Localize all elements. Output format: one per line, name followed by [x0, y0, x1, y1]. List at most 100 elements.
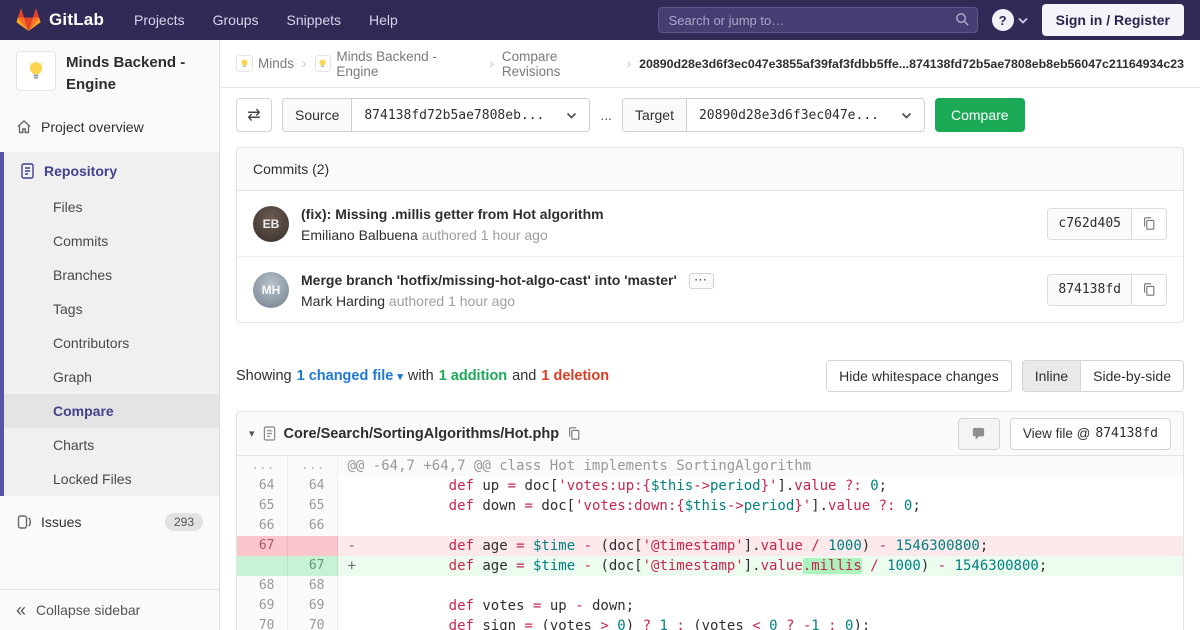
breadcrumb-item-minds[interactable]: Minds [236, 55, 294, 72]
commit-row: MH Merge branch 'hotfix/missing-hot-algo… [237, 256, 1183, 322]
new-line-number[interactable] [287, 536, 338, 556]
code-line: def down = doc['votes:down:{$this->perio… [337, 496, 1183, 516]
new-line-number[interactable]: 65 [287, 496, 338, 516]
compare-form: ⇄ Source 874138fd72b5ae7808eb... ... Tar… [236, 98, 1184, 132]
breadcrumb-current-hashes: 20890d28e3d6f3ec047e3855af39faf3fdbb5ffe… [639, 56, 1184, 71]
sidebar-item-repository[interactable]: Repository [4, 152, 219, 190]
summary-deletions: 1 deletion [541, 368, 610, 384]
old-line-number[interactable]: 64 [237, 476, 288, 496]
commit-sha-group: 874138fd [1047, 273, 1167, 306]
user-avatar[interactable]: EB [253, 205, 289, 242]
sidebar-item-graph[interactable]: Graph [4, 360, 219, 394]
sidebar-item-charts[interactable]: Charts [4, 428, 219, 462]
commit-authored-time: authored 1 hour ago [388, 293, 516, 309]
collapse-sidebar-label: Collapse sidebar [36, 602, 141, 618]
nav-item-help[interactable]: Help [369, 12, 398, 28]
gitlab-home-link[interactable]: GitLab [16, 8, 104, 32]
code-line: - def age = $time - (doc['@timestamp'].v… [337, 536, 1183, 556]
top-navbar: GitLab Projects Groups Snippets Help ? S… [0, 0, 1200, 40]
sidebar-item-label: Issues [41, 513, 82, 530]
commit-title-link[interactable]: (fix): Missing .millis getter from Hot a… [301, 206, 604, 222]
project-avatar [16, 51, 56, 91]
diff-table: ...... @@ -64,7 +64,7 @@ class Hot implem… [237, 456, 1183, 630]
copy-file-path-button[interactable] [567, 426, 581, 441]
issues-count-badge: 293 [164, 512, 203, 531]
project-home-link[interactable]: Minds Backend - Engine [0, 40, 219, 108]
collapse-file-caret-icon[interactable]: ▾ [249, 427, 255, 440]
collapse-sidebar-button[interactable]: « Collapse sidebar [0, 590, 219, 630]
hunk-header-line: @@ -64,7 +64,7 @@ class Hot implements S… [337, 456, 1183, 476]
sidebar-item-label: Project overview [41, 118, 144, 135]
summary-with: with [407, 368, 434, 384]
toggle-comments-button[interactable] [957, 417, 1000, 450]
code-line [337, 576, 1183, 596]
view-file-button[interactable]: View file @ 874138fd [1009, 417, 1171, 450]
sidebar-item-tags[interactable]: Tags [4, 292, 219, 326]
sidebar-item-issues[interactable]: Issues 293 [0, 502, 219, 542]
code-line: def up = doc['votes:up:{$this->period}']… [337, 476, 1183, 496]
nav-menu: Projects Groups Snippets Help [134, 12, 398, 28]
code-line [337, 516, 1183, 536]
file-path-link[interactable]: Core/Search/SortingAlgorithms/Hot.php [284, 426, 560, 442]
new-line-number[interactable]: 70 [287, 616, 338, 630]
summary-and: and [512, 368, 537, 384]
copy-sha-button[interactable] [1132, 208, 1166, 239]
sign-in-register-button[interactable]: Sign in / Register [1041, 4, 1184, 36]
old-line-number[interactable]: 67 [237, 536, 288, 556]
commit-title-link[interactable]: Merge branch 'hotfix/missing-hot-algo-ca… [301, 272, 677, 288]
double-chevron-left-icon: « [16, 600, 27, 620]
diff-row: 66 66 [237, 516, 1183, 536]
help-menu-button[interactable]: ? [991, 9, 1028, 31]
copy-sha-button[interactable] [1132, 274, 1166, 305]
commit-author-link[interactable]: Emiliano Balbuena [301, 227, 418, 243]
nav-item-projects[interactable]: Projects [134, 12, 185, 28]
sidebar-item-compare[interactable]: Compare [4, 393, 219, 428]
sidebar-item-project-overview[interactable]: Project overview [0, 108, 219, 146]
sidebar-item-branches[interactable]: Branches [4, 258, 219, 292]
new-line-number[interactable]: 69 [287, 596, 338, 616]
commit-sha-link[interactable]: c762d405 [1048, 208, 1132, 239]
sidebar-item-commits[interactable]: Commits [4, 224, 219, 258]
repository-section: Repository Files Commits Branches Tags C… [0, 151, 219, 496]
summary-additions: 1 addition [438, 368, 508, 384]
sidebar-item-files[interactable]: Files [4, 190, 219, 224]
code-line: def votes = up - down; [337, 596, 1183, 616]
inline-view-button[interactable]: Inline [1021, 360, 1082, 392]
new-line-number[interactable]: 64 [287, 476, 338, 496]
diff-row: 65 65 def down = doc['votes:down:{$this->… [237, 496, 1183, 516]
breadcrumb-separator: › [626, 56, 632, 71]
commit-description-expander[interactable]: ··· [688, 273, 714, 289]
side-by-side-view-button[interactable]: Side-by-side [1080, 360, 1184, 392]
new-line-number[interactable]: 66 [287, 516, 338, 536]
old-line-number[interactable]: 68 [237, 576, 288, 596]
old-line-number[interactable]: 66 [237, 516, 288, 536]
user-avatar[interactable]: MH [253, 271, 289, 308]
old-line-number[interactable] [237, 556, 288, 576]
commit-sha-link[interactable]: 874138fd [1048, 274, 1132, 305]
commit-authored-time: authored 1 hour ago [421, 227, 548, 243]
old-line-number[interactable]: 70 [237, 616, 288, 630]
breadcrumb-item-compare-revisions[interactable]: Compare Revisions [502, 49, 619, 79]
changed-files-dropdown[interactable]: 1 changed file ▾ [297, 368, 403, 384]
new-line-number[interactable]: 68 [287, 576, 338, 596]
commit-author-link[interactable]: Mark Harding [301, 293, 385, 309]
old-line-number[interactable]: 65 [237, 496, 288, 516]
caret-down-icon: ▾ [397, 371, 403, 383]
sidebar-item-contributors[interactable]: Contributors [4, 326, 219, 360]
nav-item-groups[interactable]: Groups [213, 12, 259, 28]
search-input[interactable] [657, 7, 978, 33]
source-group: Source 874138fd72b5ae7808eb... [282, 98, 591, 132]
diff-row: 70 70 def sign = (votes > 0) ? 1 : (votes… [237, 616, 1183, 630]
nav-item-snippets[interactable]: Snippets [287, 12, 341, 28]
swap-revisions-button[interactable]: ⇄ [236, 98, 272, 132]
sidebar-item-locked-files[interactable]: Locked Files [4, 462, 219, 496]
target-revision-dropdown[interactable]: 20890d28e3d6f3ec047e... [686, 99, 924, 131]
compare-button[interactable]: Compare [934, 98, 1025, 132]
new-line-number[interactable]: 67 [287, 556, 338, 576]
breadcrumb-item-project[interactable]: Minds Backend - Engine [314, 49, 482, 79]
old-line-number[interactable]: 69 [237, 596, 288, 616]
hide-whitespace-button[interactable]: Hide whitespace changes [826, 360, 1012, 392]
code-line: + def age = $time - (doc['@timestamp'].v… [337, 556, 1183, 576]
source-revision-dropdown[interactable]: 874138fd72b5ae7808eb... [352, 99, 590, 131]
view-file-sha: 874138fd [1095, 426, 1158, 441]
